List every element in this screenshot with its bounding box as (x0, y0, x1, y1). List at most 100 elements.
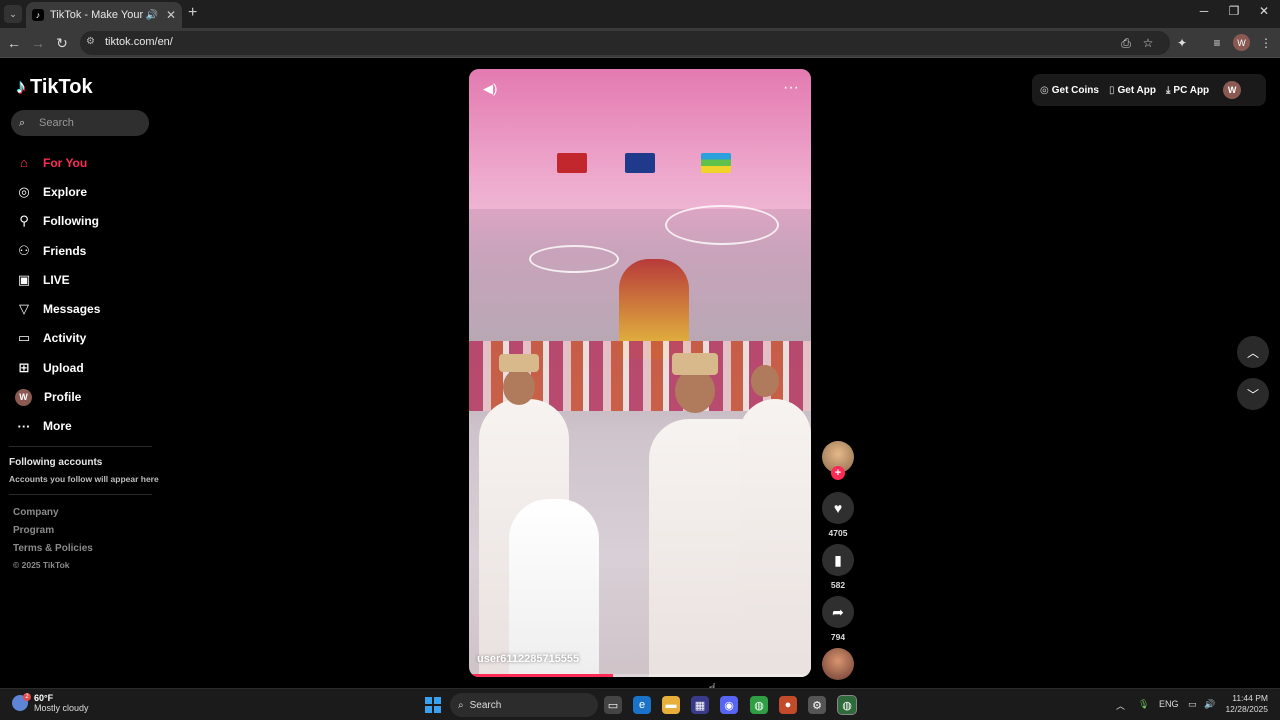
compass-icon: ◎ (18, 183, 30, 199)
sidebar-item-following[interactable]: ⚲ Following (14, 207, 154, 236)
coin-icon: ◎ (1040, 84, 1049, 96)
video-player[interactable]: ◀) ··· user6112285715555 (469, 69, 811, 677)
sidebar-item-friends[interactable]: ⚇ Friends (14, 236, 154, 265)
ceiling-light-ring (529, 245, 619, 273)
like-button[interactable]: ♥ (822, 492, 854, 524)
friends-icon: ⚇ (18, 242, 30, 258)
browser-menu-icon[interactable]: ⋮ (1257, 34, 1275, 52)
share-arrow-icon: ➦ (832, 603, 844, 620)
sidebar-item-more[interactable]: ··· More (14, 412, 154, 441)
heart-icon: ♥ (833, 500, 843, 516)
url-text[interactable]: tiktok.com/en/ (105, 36, 173, 48)
download-icon: ⤓ (1166, 84, 1171, 96)
browser-toolbar: ← → ↻ ⚙ tiktok.com/en/ ⎙ ☆ ✦ ≡ W ⋮ (0, 28, 1280, 58)
bookmark-star-icon[interactable]: ☆ (1139, 34, 1157, 52)
share-count: 794 (830, 632, 846, 642)
taskbar-search-label: Search (469, 699, 502, 711)
install-app-icon[interactable]: ⎙ (1117, 34, 1135, 52)
music-disc-avatar[interactable] (822, 648, 854, 680)
restore-icon[interactable]: ❐ (1224, 4, 1244, 18)
sidebar-item-label: LIVE (43, 272, 70, 287)
weather-temperature: 60°F (34, 693, 54, 703)
browser-profile-avatar[interactable]: W (1233, 34, 1250, 51)
site-info-icon[interactable]: ⚙ (86, 36, 100, 50)
store-icon[interactable]: ▦ (691, 696, 709, 714)
tab-search-icon[interactable]: ⌄ (4, 5, 22, 23)
window-close-icon[interactable]: ✕ (1254, 4, 1274, 18)
network-icon[interactable]: ▭ (1188, 699, 1197, 710)
sidebar-item-for-you[interactable]: ⌂ For You (14, 148, 154, 177)
footer-link-program[interactable]: Program (13, 525, 54, 536)
sidebar-item-profile[interactable]: W Profile (14, 382, 154, 411)
browser-tab[interactable]: ♪ TikTok - Make Your Day 🔊 ✕ (26, 2, 182, 28)
search-input[interactable] (39, 117, 139, 129)
fez-hat (499, 354, 539, 372)
sidebar-item-explore[interactable]: ◎ Explore (14, 177, 154, 206)
video-more-icon[interactable]: ··· (783, 79, 799, 97)
sidebar-item-label: Following (43, 214, 99, 229)
following-accounts-empty-text: Accounts you follow will appear here (9, 474, 159, 484)
video-author[interactable]: user6112285715555 (477, 653, 579, 665)
pc-app-button[interactable]: ⤓ PC App (1166, 85, 1209, 96)
weather-widget[interactable]: 2 60°F Mostly cloudy (12, 693, 89, 713)
sidebar-item-activity[interactable]: ▭ Activity (14, 324, 154, 353)
tray-overflow-icon[interactable]: ︿ (1116, 699, 1125, 712)
get-coins-button[interactable]: ◎ Get Coins (1040, 85, 1099, 96)
next-video-button[interactable]: ﹀ (1237, 378, 1269, 410)
browser-tab-bar: ⌄ ♪ TikTok - Make Your Day 🔊 ✕ + ─ ❐ ✕ (0, 0, 1280, 28)
bookmark-icon: ▮ (834, 551, 842, 568)
tiktok-page: ♪ TikTok ⌕ ⌂ For You ◎ Explore ⚲ Followi… (0, 58, 1280, 696)
previous-video-button[interactable]: ︿ (1237, 336, 1269, 368)
follow-plus-button[interactable]: + (831, 466, 845, 480)
save-button[interactable]: ▮ (822, 544, 854, 576)
chrome-icon[interactable]: ◍ (750, 696, 768, 714)
video-progress-bar[interactable] (469, 674, 811, 677)
tab-close-icon[interactable]: ✕ (166, 8, 176, 22)
chrome-active-icon[interactable]: ◍ (837, 695, 857, 715)
get-coins-label: Get Coins (1051, 84, 1099, 96)
address-bar[interactable]: ⚙ tiktok.com/en/ (80, 31, 1170, 55)
footer-link-company[interactable]: Company (13, 507, 59, 518)
sidebar-item-upload[interactable]: ⊞ Upload (14, 353, 154, 382)
minimize-icon[interactable]: ─ (1194, 4, 1214, 18)
extensions-icon[interactable]: ✦ (1173, 34, 1191, 52)
sidebar-item-label: Activity (43, 331, 87, 346)
language-indicator[interactable]: ENG (1159, 699, 1179, 709)
weather-badge: 2 (23, 693, 31, 701)
ceiling-light-ring (665, 205, 779, 245)
tiktok-favicon-icon: ♪ (32, 9, 44, 21)
footer-link-terms[interactable]: Terms & Policies (13, 543, 93, 554)
search-icon: ⌕ (458, 699, 464, 711)
audio-playing-icon[interactable]: 🔊 (145, 10, 157, 21)
clock-date: 12/28/2025 (1225, 704, 1268, 714)
forward-icon[interactable]: → (28, 33, 48, 53)
get-app-button[interactable]: ▯ Get App (1109, 85, 1156, 96)
edge-icon[interactable]: e (633, 696, 651, 714)
sidebar-item-messages[interactable]: ▽ Messages (14, 294, 154, 323)
start-button[interactable] (425, 697, 441, 713)
more-dots-icon: ··· (17, 418, 31, 434)
media-control-icon[interactable]: ≡ (1208, 34, 1226, 52)
recorder-icon[interactable]: ● (779, 696, 797, 714)
new-tab-button[interactable]: + (188, 5, 197, 21)
sidebar-divider (9, 494, 152, 495)
microphone-icon[interactable]: 🎙 (1138, 699, 1149, 710)
system-clock[interactable]: 11:44 PM 12/28/2025 (1224, 693, 1268, 715)
sidebar-item-live[interactable]: ▣ LIVE (14, 265, 154, 294)
speaker-icon[interactable]: 🔊 (1204, 699, 1215, 710)
tiktok-logo[interactable]: ♪ TikTok (16, 76, 93, 99)
settings-gear-icon[interactable]: ⚙ (808, 696, 826, 714)
taskbar-search[interactable]: ⌕ Search (450, 693, 598, 717)
user-avatar[interactable]: W (1223, 81, 1242, 99)
search-box[interactable]: ⌕ (11, 110, 149, 136)
share-button[interactable]: ➦ (822, 596, 854, 628)
clock-time: 11:44 PM (1232, 693, 1268, 703)
back-icon[interactable]: ← (4, 33, 24, 53)
task-view-icon[interactable]: ▭ (604, 696, 622, 714)
volume-icon[interactable]: ◀) (483, 81, 497, 97)
file-explorer-icon[interactable]: ▬ (662, 696, 680, 714)
get-app-label: Get App (1117, 84, 1156, 96)
sidebar-item-label: Friends (43, 243, 87, 258)
reload-icon[interactable]: ↻ (52, 33, 72, 53)
discord-icon[interactable]: ◉ (720, 696, 738, 714)
